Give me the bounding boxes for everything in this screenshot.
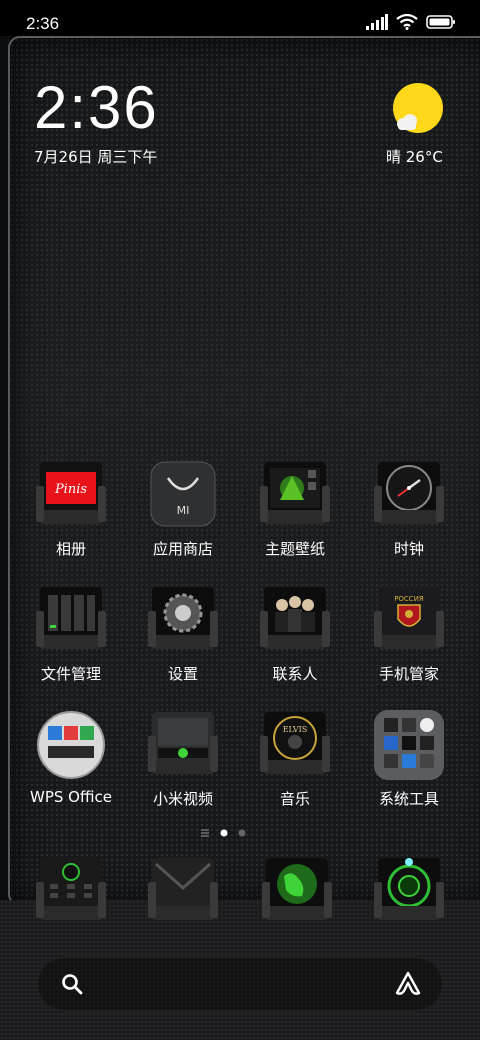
app-gallery[interactable]: Pinis 相册 <box>16 460 126 559</box>
store-badge: MI <box>177 504 190 517</box>
gallery-icon: Pinis <box>36 460 106 530</box>
page-indicator[interactable] <box>200 828 246 838</box>
app-label: 应用商店 <box>152 540 213 558</box>
settings-icon <box>148 585 218 655</box>
app-label: 联系人 <box>272 665 318 683</box>
dock-phone[interactable] <box>36 856 106 926</box>
app-security[interactable]: РОССИЯ 手机管家 <box>354 585 464 684</box>
clock-widget-date[interactable]: 7月26日 周三下午 <box>34 146 157 167</box>
app-label: 系统工具 <box>378 790 439 808</box>
clock-icon <box>374 460 444 530</box>
clock-widget-time[interactable]: 2:36 <box>34 78 159 138</box>
search-icon[interactable] <box>60 972 84 996</box>
camera-icon <box>374 858 444 920</box>
app-video[interactable]: 小米视频 <box>128 710 238 809</box>
app-label: 主题壁纸 <box>264 540 325 558</box>
gallery-badge: Pinis <box>54 482 87 497</box>
status-icons <box>366 14 456 30</box>
app-themes[interactable]: 主题壁纸 <box>240 460 350 559</box>
status-bar: 2:36 <box>0 0 480 36</box>
assistant-icon[interactable] <box>394 971 422 997</box>
system-tools-folder-icon <box>374 710 444 780</box>
app-music[interactable]: ELVIS 音乐 <box>240 710 350 809</box>
folder-system-tools[interactable]: 系统工具 <box>354 710 464 809</box>
app-label: 音乐 <box>279 790 310 808</box>
music-icon: ELVIS <box>260 710 330 780</box>
wps-office-icon <box>36 710 106 780</box>
app-store[interactable]: MI 应用商店 <box>128 460 238 559</box>
music-badge: ELVIS <box>283 725 308 734</box>
status-time: 2:36 <box>26 14 60 33</box>
app-contacts[interactable]: 联系人 <box>240 585 350 684</box>
app-label: 文件管理 <box>40 665 101 683</box>
dock-messages[interactable] <box>148 856 218 926</box>
phone-dialer-icon <box>36 858 106 920</box>
weather-text[interactable]: 晴 26°C <box>386 146 443 167</box>
app-settings[interactable]: 设置 <box>128 585 238 684</box>
dock-camera[interactable] <box>374 856 444 926</box>
app-label: 手机管家 <box>378 665 439 683</box>
themes-icon <box>260 460 330 530</box>
messages-icon <box>148 858 218 920</box>
app-store-icon: MI <box>148 460 218 530</box>
contacts-icon <box>260 585 330 655</box>
security-icon: РОССИЯ <box>374 585 444 655</box>
menu-lines-icon <box>201 829 209 837</box>
app-label: WPS Office <box>30 788 112 806</box>
page-dot-active <box>220 829 228 837</box>
security-badge: РОССИЯ <box>394 595 424 603</box>
app-wps-office[interactable]: WPS Office <box>16 710 126 806</box>
app-label: 相册 <box>55 540 86 558</box>
page-dot <box>238 829 246 837</box>
file-manager-icon <box>36 585 106 655</box>
app-label: 小米视频 <box>152 790 213 808</box>
battery-icon <box>426 15 455 29</box>
browser-icon <box>262 858 332 920</box>
search-bar[interactable] <box>38 958 442 1010</box>
dock-browser[interactable] <box>262 856 332 926</box>
app-clock[interactable]: 时钟 <box>354 460 464 559</box>
video-icon <box>148 710 218 780</box>
sun-cloud-icon[interactable] <box>390 82 446 142</box>
app-label: 设置 <box>167 665 198 683</box>
signal-icon <box>366 14 388 30</box>
app-file-manager[interactable]: 文件管理 <box>16 585 126 684</box>
wifi-icon <box>396 14 418 30</box>
app-label: 时钟 <box>393 540 424 558</box>
